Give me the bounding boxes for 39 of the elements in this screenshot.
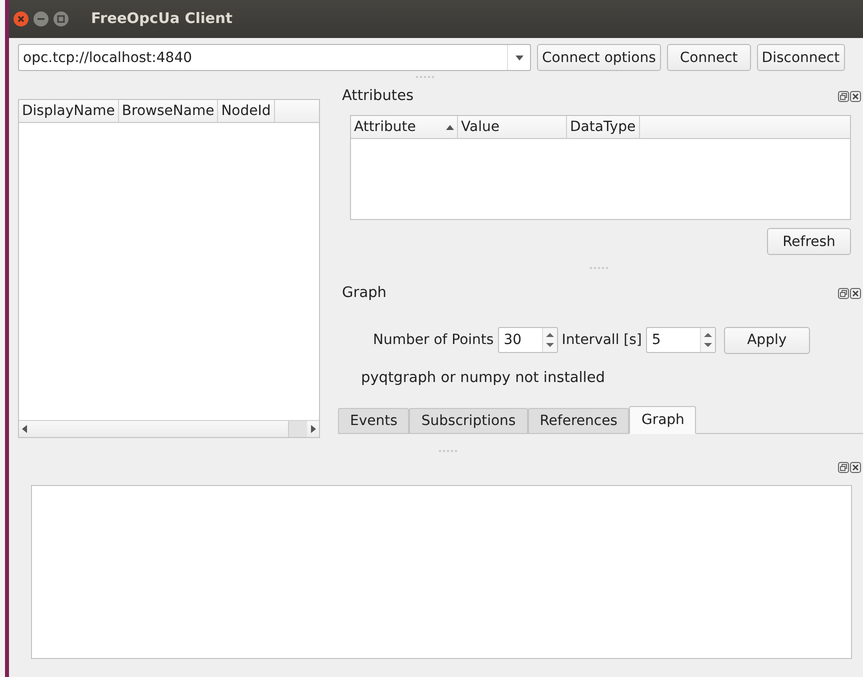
interval-label: Intervall [s]	[562, 332, 642, 348]
window-title: FreeOpcUa Client	[91, 11, 232, 27]
refresh-button[interactable]: Refresh	[767, 228, 851, 255]
sort-ascending-icon	[446, 124, 454, 130]
close-icon[interactable]	[850, 462, 861, 473]
float-icon[interactable]	[838, 90, 849, 102]
float-icon[interactable]	[838, 462, 849, 473]
column-header[interactable]: NodeId	[218, 100, 275, 122]
address-combo-box[interactable]: opc.tcp://localhost:4840	[18, 44, 531, 71]
interval-spinbox[interactable]: 5	[646, 327, 716, 353]
column-header[interactable]: DisplayName	[19, 100, 119, 122]
apply-button[interactable]: Apply	[724, 326, 810, 354]
dropdown-arrow-icon	[514, 54, 524, 60]
toolbar-button[interactable]: Connect options	[537, 44, 661, 71]
close-icon[interactable]	[13, 11, 29, 27]
tab[interactable]: Graph	[629, 406, 696, 434]
dock-title: Attributes	[342, 88, 414, 104]
close-icon[interactable]	[850, 90, 861, 102]
points-label: Number of Points	[373, 332, 494, 348]
tab[interactable]: Subscriptions	[409, 408, 528, 434]
spin-arrows-icon[interactable]	[542, 328, 557, 352]
tab[interactable]: References	[528, 408, 630, 434]
column-header[interactable]: BrowseName	[118, 100, 218, 122]
maximize-icon[interactable]	[53, 11, 69, 27]
toolbar-button[interactable]: Disconnect	[756, 44, 845, 71]
horizontal-scrollbar[interactable]	[19, 420, 319, 437]
status-message: pyqtgraph or numpy not installed	[361, 370, 606, 386]
column-header[interactable]: Attribute	[351, 116, 458, 138]
points-spinbox[interactable]: 30	[498, 327, 558, 353]
column-header[interactable]: Value	[458, 116, 567, 138]
scroll-thumb[interactable]	[288, 421, 307, 437]
minimize-icon[interactable]	[33, 11, 49, 27]
float-icon[interactable]	[838, 288, 849, 298]
column-header[interactable]: DataType	[567, 116, 640, 138]
dock-title: Graph	[342, 285, 386, 301]
close-icon[interactable]	[850, 288, 861, 298]
tab[interactable]: Events	[338, 408, 410, 434]
spin-arrows-icon[interactable]	[700, 328, 715, 352]
toolbar-button[interactable]: Connect	[666, 44, 751, 71]
